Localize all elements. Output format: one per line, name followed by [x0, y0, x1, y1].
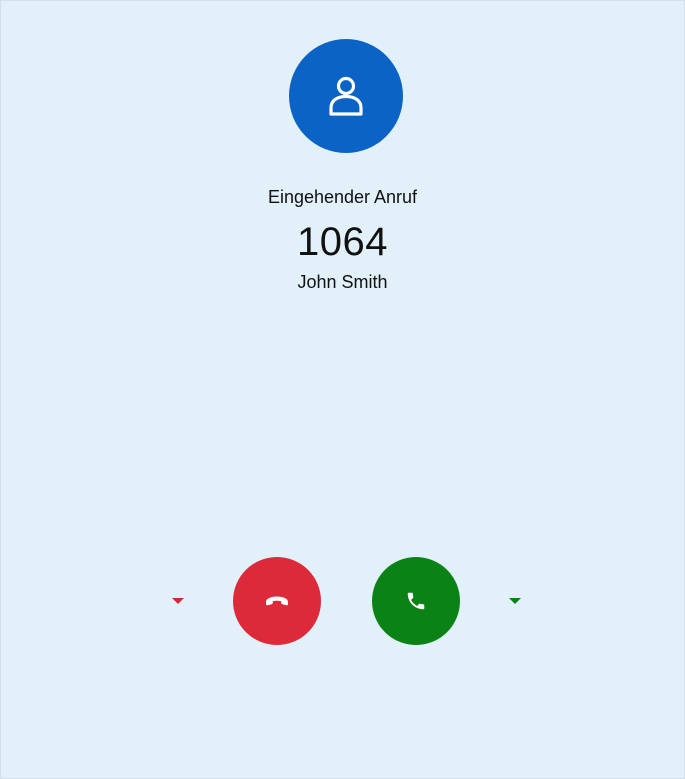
caller-number: 1064: [297, 220, 388, 264]
incoming-call-screen: Eingehender Anruf 1064 John Smith: [0, 0, 685, 779]
decline-options-caret-icon[interactable]: [172, 598, 184, 604]
phone-hangup-icon: [266, 596, 288, 606]
caller-avatar: [289, 39, 403, 153]
call-status-label: Eingehender Anruf: [267, 187, 418, 207]
phone-icon: [407, 592, 425, 610]
accept-options-caret-icon[interactable]: [509, 598, 521, 604]
decline-call-button[interactable]: [233, 557, 321, 645]
accept-call-button[interactable]: [372, 557, 460, 645]
caller-name: John Smith: [297, 272, 388, 292]
person-icon: [329, 76, 363, 116]
